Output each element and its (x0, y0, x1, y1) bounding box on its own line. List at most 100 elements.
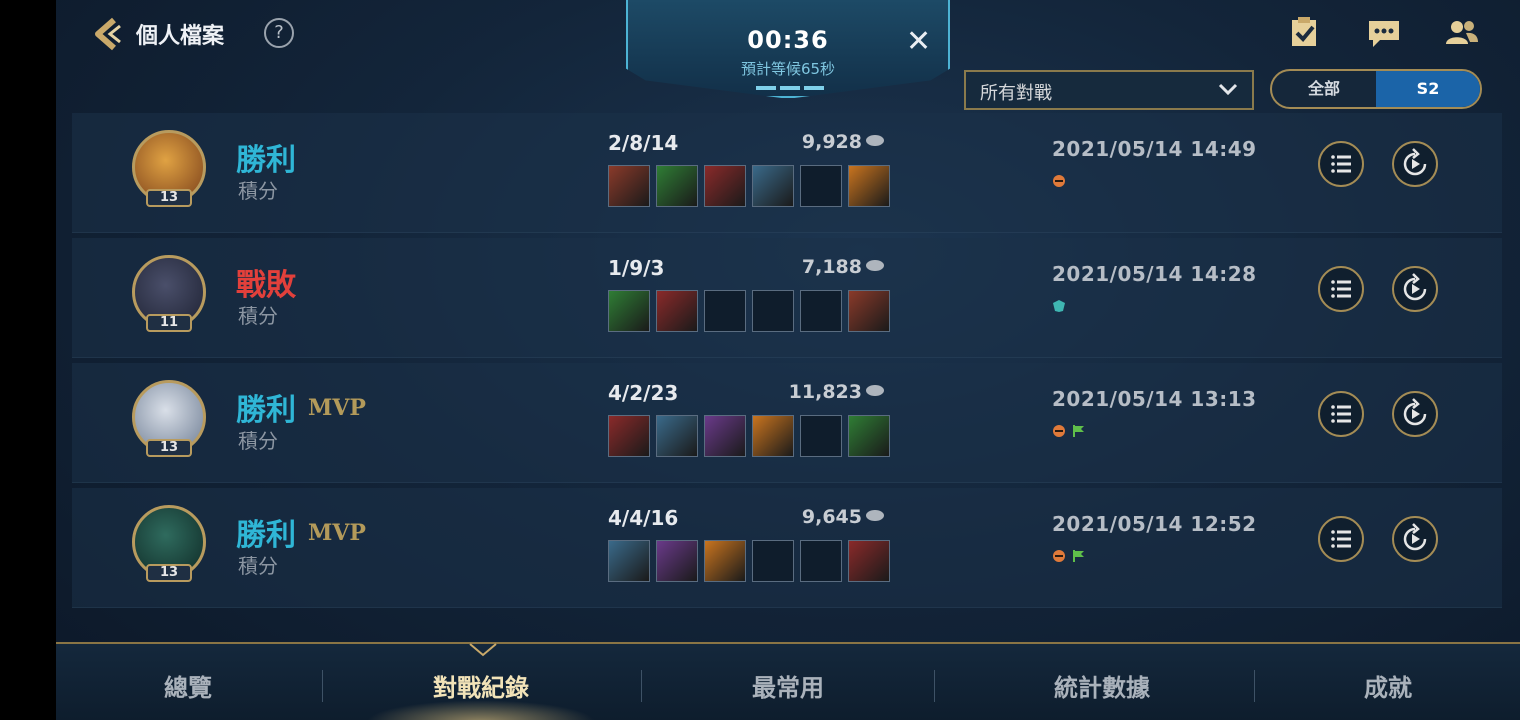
match-mode: 積分 (238, 554, 278, 578)
match-row[interactable]: 11 戰敗 積分 1/9/3 7,188 2021/05/14 14:28 (72, 238, 1502, 358)
gold-earned: 9,645 (772, 506, 884, 528)
chevron-down-icon (1218, 83, 1238, 96)
item-slot (752, 165, 794, 207)
match-result: 戰敗 (236, 268, 296, 303)
green-flag-tag-icon (1072, 548, 1086, 562)
item-slot (608, 540, 650, 582)
left-black-bar (0, 0, 56, 720)
tab-statistics[interactable]: 統計數據 (1022, 668, 1182, 703)
item-slot (704, 540, 746, 582)
season-s2-button[interactable]: S2 (1376, 71, 1480, 107)
match-row[interactable]: 13 勝利 MVP 積分 4/2/23 11,823 2021/05/14 13… (72, 363, 1502, 483)
item-slot (848, 290, 890, 332)
mvp-badge: MVP (308, 395, 366, 421)
gold-earned: 11,823 (772, 381, 884, 403)
match-row[interactable]: 13 勝利 積分 2/8/14 9,928 2021/05/14 14:49 (72, 113, 1502, 233)
list-details-icon (1331, 280, 1351, 298)
match-tags (1052, 423, 1086, 437)
tab-overview[interactable]: 總覽 (118, 668, 258, 703)
item-slot (848, 165, 890, 207)
profile-match-history-screen: 個人檔案 ? 00:36 預計等候65秒 ✕ 所有對戰 全部 S2 13 勝利 … (56, 0, 1520, 720)
season-toggle[interactable]: 全部 S2 (1270, 69, 1482, 109)
item-build (608, 540, 890, 582)
item-build (608, 165, 890, 207)
kda: 1/9/3 (608, 256, 665, 280)
empty-item-slot (800, 165, 842, 207)
empty-item-slot (752, 290, 794, 332)
replay-icon (1403, 273, 1427, 301)
list-details-icon (1331, 530, 1351, 548)
empty-item-slot (800, 415, 842, 457)
queue-timer: 00:36 (747, 26, 829, 54)
season-all-button[interactable]: 全部 (1272, 71, 1376, 107)
close-icon[interactable]: ✕ (906, 24, 931, 59)
item-slot (608, 165, 650, 207)
active-tab-caret-icon (469, 643, 497, 657)
match-datetime: 2021/05/14 13:13 (1052, 387, 1257, 411)
match-details-button[interactable] (1318, 266, 1364, 312)
replay-icon (1403, 398, 1427, 426)
match-mode: 積分 (238, 304, 278, 328)
nav-divider (1254, 670, 1255, 702)
friends-icon[interactable] (1444, 18, 1480, 52)
green-flag-tag-icon (1072, 423, 1086, 437)
hero-level-badge: 13 (146, 439, 192, 457)
match-result: 勝利 (236, 143, 296, 178)
list-details-icon (1331, 405, 1351, 423)
match-replay-button[interactable] (1392, 266, 1438, 312)
orange-tag-icon (1052, 173, 1066, 187)
match-details-button[interactable] (1318, 391, 1364, 437)
match-tags (1052, 548, 1086, 562)
nav-divider (641, 670, 642, 702)
task-checklist-icon[interactable] (1288, 16, 1324, 50)
match-tags (1052, 298, 1066, 312)
chat-icon[interactable] (1366, 18, 1402, 52)
tab-most-used[interactable]: 最常用 (718, 668, 858, 703)
orange-tag-icon (1052, 548, 1066, 562)
back-button[interactable] (90, 14, 130, 54)
help-icon[interactable]: ? (264, 18, 294, 48)
match-result: 勝利 (236, 393, 296, 428)
gold-coin-icon (866, 260, 884, 271)
item-build (608, 415, 890, 457)
gold-coin-icon (866, 135, 884, 146)
item-slot (848, 540, 890, 582)
match-mode: 積分 (238, 429, 278, 453)
match-replay-button[interactable] (1392, 516, 1438, 562)
hero-level-badge: 11 (146, 314, 192, 332)
item-slot (656, 165, 698, 207)
item-slot (848, 415, 890, 457)
empty-item-slot (752, 540, 794, 582)
match-filter-value: 所有對戰 (980, 83, 1052, 104)
tab-achievements[interactable]: 成就 (1318, 668, 1458, 703)
kda: 4/4/16 (608, 506, 679, 530)
match-details-button[interactable] (1318, 516, 1364, 562)
match-row[interactable]: 13 勝利 MVP 積分 4/4/16 9,645 2021/05/14 12:… (72, 488, 1502, 608)
orange-tag-icon (1052, 423, 1066, 437)
match-datetime: 2021/05/14 12:52 (1052, 512, 1257, 536)
match-details-button[interactable] (1318, 141, 1364, 187)
replay-icon (1403, 148, 1427, 176)
gold-coin-icon (866, 510, 884, 521)
match-replay-button[interactable] (1392, 391, 1438, 437)
back-arrow-icon (95, 17, 121, 51)
matchmaking-queue-panel: 00:36 預計等候65秒 ✕ (626, 0, 950, 98)
kda: 2/8/14 (608, 131, 679, 155)
hero-level-badge: 13 (146, 564, 192, 582)
match-replay-button[interactable] (1392, 141, 1438, 187)
tab-match-history[interactable]: 對戰紀錄 (401, 668, 561, 703)
item-slot (752, 415, 794, 457)
mvp-badge: MVP (308, 520, 366, 546)
gold-value: 9,928 (801, 131, 862, 153)
empty-item-slot (800, 290, 842, 332)
item-build (608, 290, 890, 332)
match-result: 勝利 (236, 518, 296, 553)
gold-earned: 7,188 (772, 256, 884, 278)
item-slot (704, 415, 746, 457)
gold-value: 9,645 (801, 506, 862, 528)
match-filter-dropdown[interactable]: 所有對戰 (964, 70, 1254, 110)
gold-coin-icon (866, 385, 884, 396)
kda: 4/2/23 (608, 381, 679, 405)
match-mode: 積分 (238, 179, 278, 203)
empty-item-slot (704, 290, 746, 332)
